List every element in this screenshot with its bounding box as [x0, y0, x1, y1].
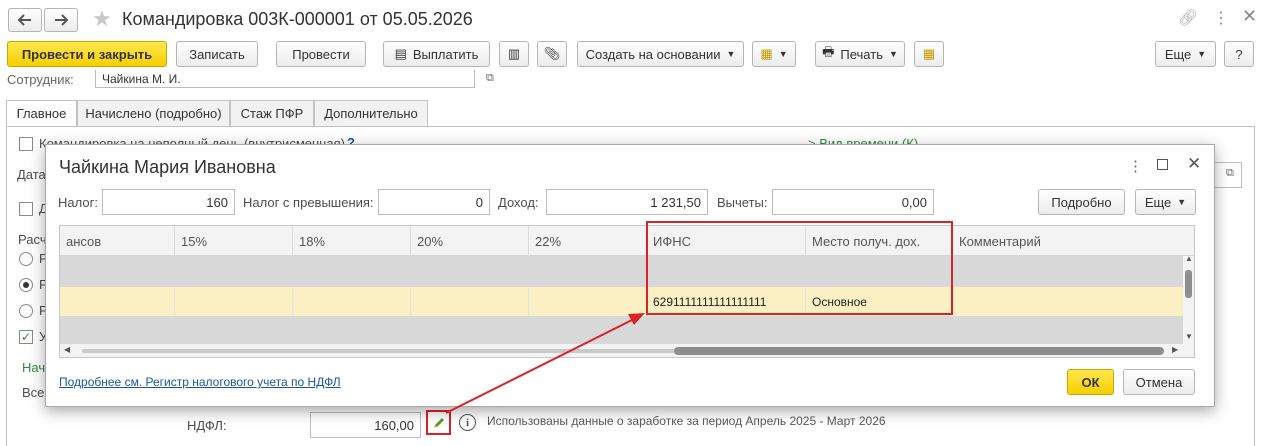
annotation-arrow [445, 313, 645, 414]
